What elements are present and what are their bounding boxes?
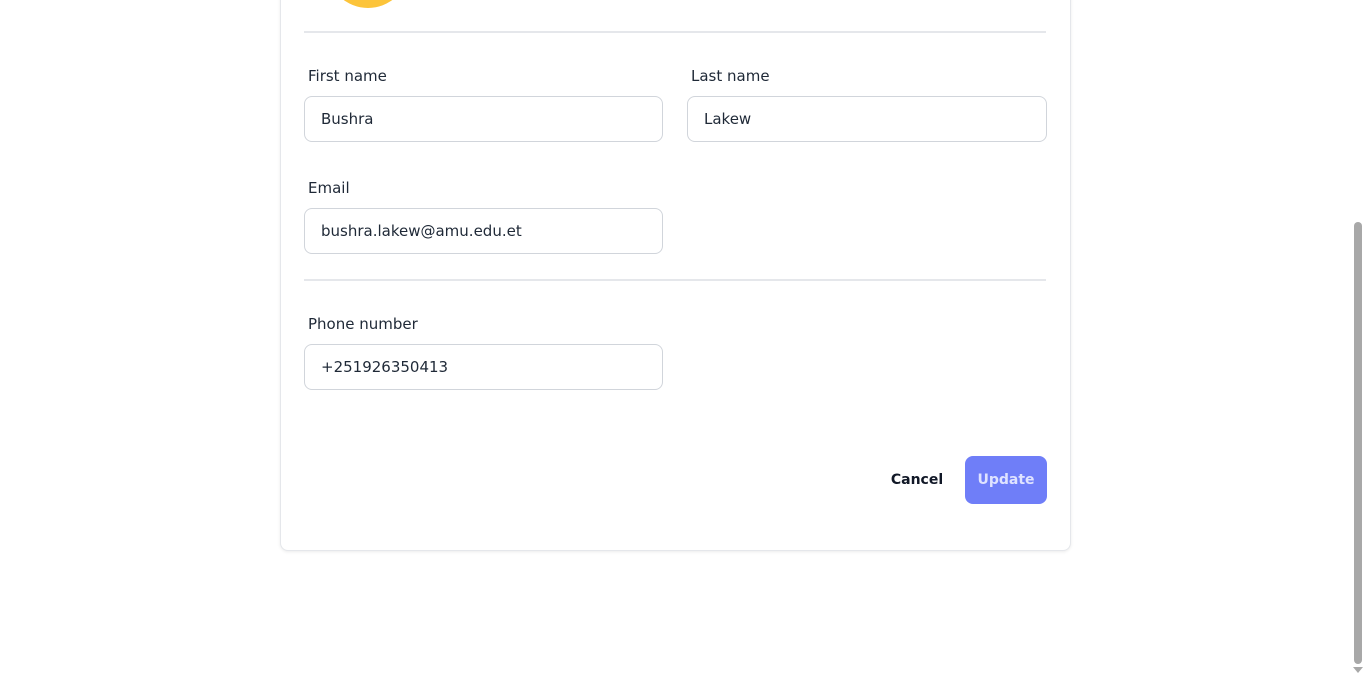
section-divider [304, 279, 1046, 281]
chevron-down-icon[interactable] [1353, 667, 1363, 673]
last-name-label: Last name [691, 67, 770, 85]
phone-label: Phone number [308, 315, 418, 333]
last-name-input[interactable] [687, 96, 1047, 142]
first-name-label: First name [308, 67, 387, 85]
email-label: Email [308, 179, 350, 197]
phone-input[interactable] [304, 344, 663, 390]
update-button[interactable]: Update [965, 456, 1047, 504]
scrollbar-thumb[interactable] [1354, 222, 1362, 664]
email-input[interactable] [304, 208, 663, 254]
cancel-button[interactable]: Cancel [884, 456, 950, 504]
profile-card [280, 0, 1071, 551]
first-name-input[interactable] [304, 96, 663, 142]
section-divider [304, 31, 1046, 33]
